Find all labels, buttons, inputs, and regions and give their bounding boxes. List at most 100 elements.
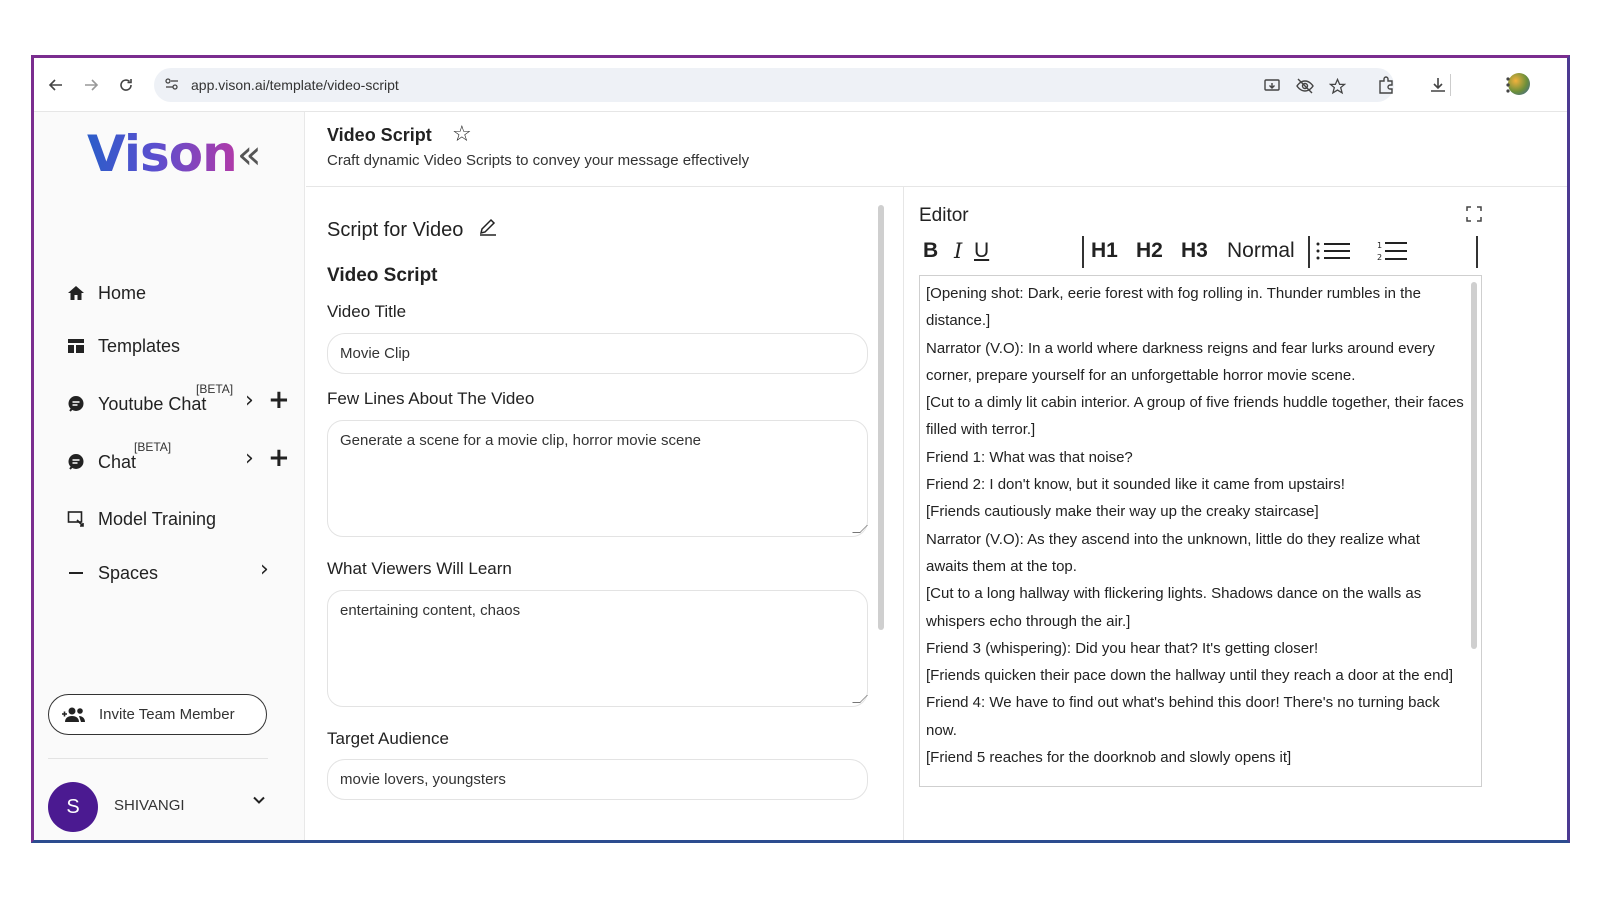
editor-paragraph[interactable]: [Opening shot: Dark, eerie forest with f…	[926, 280, 1464, 335]
chevron-right-icon[interactable]: ›	[260, 557, 269, 582]
sidebar-item-templates[interactable]: Templates	[64, 331, 180, 361]
url-text[interactable]: app.vison.ai/template/video-script	[191, 77, 399, 93]
home-icon	[64, 281, 88, 305]
templates-icon	[64, 334, 88, 358]
add-chat-icon[interactable]: +	[268, 385, 290, 415]
editor-toolbar: B I U H1 H2 H3 Normal 12	[919, 234, 1479, 272]
invite-label: Invite Team Member	[99, 706, 235, 723]
favorite-star-icon[interactable]: ☆	[452, 122, 472, 147]
editor-paragraph[interactable]: Friend 1: What was that noise?	[926, 444, 1464, 471]
viewers-learn-textarea[interactable]: entertaining content, chaos	[327, 590, 868, 707]
sidebar-item-label: Templates	[98, 335, 181, 356]
editor-paragraph[interactable]: [Cut to a dimly lit cabin interior. A gr…	[926, 389, 1464, 444]
model-training-icon	[64, 507, 88, 531]
resize-handle-icon[interactable]	[852, 525, 868, 533]
sidebar-item-label: Model Training	[98, 508, 217, 529]
sidebar-item-chat[interactable]: Chat	[64, 447, 136, 477]
add-chat-icon[interactable]: +	[268, 443, 290, 473]
sidebar-divider	[48, 758, 268, 759]
editor-paragraph[interactable]: [Friend 5 reaches for the doorknob and s…	[926, 744, 1464, 771]
editor-scrollbar[interactable]	[1471, 282, 1477, 649]
svg-text:1: 1	[1377, 241, 1382, 250]
editor-title: Editor	[919, 205, 969, 226]
sidebar-item-youtube-chat[interactable]: Youtube Chat	[64, 389, 206, 419]
eye-off-icon[interactable]	[1294, 76, 1316, 96]
browser-toolbar: app.vison.ai/template/video-script	[34, 58, 1567, 112]
beta-badge: [BETA]	[134, 440, 172, 454]
video-lines-textarea[interactable]: Generate a scene for a movie clip, horro…	[327, 420, 868, 537]
normal-text-button[interactable]: Normal	[1227, 234, 1295, 268]
editor-paragraph[interactable]: [Cut to a long hallway with flickering l…	[926, 580, 1464, 635]
chat-icon	[64, 450, 88, 474]
toolbar-separator	[1308, 236, 1310, 268]
video-title-input[interactable]: Movie Clip	[327, 333, 868, 374]
bullet-list-icon[interactable]	[1316, 234, 1352, 268]
add-team-icon	[61, 706, 87, 724]
avatar[interactable]: S	[48, 782, 98, 832]
sidebar-item-label: Home	[98, 282, 147, 303]
more-menu-icon[interactable]	[1496, 72, 1520, 98]
toolbar-separator	[1450, 74, 1451, 96]
svg-text:2: 2	[1377, 253, 1382, 262]
form-title: Script for Video	[327, 219, 464, 241]
viewers-learn-label: What Viewers Will Learn	[327, 559, 512, 578]
underline-button[interactable]: U	[974, 234, 989, 268]
minus-icon	[64, 561, 88, 585]
numbered-list-icon[interactable]: 12	[1377, 234, 1407, 268]
bookmark-star-icon[interactable]	[1326, 76, 1348, 96]
h2-button[interactable]: H2	[1136, 234, 1163, 268]
chevron-down-icon[interactable]	[252, 793, 266, 807]
video-lines-value: Generate a scene for a movie clip, horro…	[340, 432, 702, 449]
h1-button[interactable]: H1	[1091, 234, 1118, 268]
app-window: app.vison.ai/template/video-script Vison…	[31, 55, 1570, 843]
site-settings-icon[interactable]	[164, 76, 182, 94]
bold-button[interactable]: B	[923, 234, 938, 268]
collapse-sidebar-icon[interactable]: «	[237, 132, 261, 178]
column-divider	[903, 187, 904, 840]
header-divider	[306, 186, 1567, 187]
install-app-icon[interactable]	[1262, 76, 1284, 96]
editor-paragraph[interactable]: Narrator (V.O): In a world where darknes…	[926, 335, 1464, 390]
video-title-label: Video Title	[327, 302, 407, 321]
editor-text[interactable]: [Opening shot: Dark, eerie forest with f…	[926, 280, 1464, 771]
address-bar[interactable]: app.vison.ai/template/video-script	[154, 68, 1394, 102]
editor-content-area[interactable]: [Opening shot: Dark, eerie forest with f…	[919, 275, 1482, 787]
toolbar-separator	[1476, 236, 1478, 268]
fullscreen-icon[interactable]	[1466, 206, 1482, 222]
h3-button[interactable]: H3	[1181, 234, 1208, 268]
target-audience-input[interactable]: movie lovers, youngsters	[327, 759, 868, 800]
beta-badge: [BETA]	[196, 382, 234, 396]
editor-paragraph[interactable]: Narrator (V.O): As they ascend into the …	[926, 526, 1464, 581]
toolbar-separator	[1082, 236, 1084, 268]
extensions-icon[interactable]	[1374, 72, 1398, 98]
chevron-right-icon[interactable]: ›	[245, 388, 254, 413]
forward-icon[interactable]	[77, 71, 105, 99]
download-icon[interactable]	[1426, 72, 1450, 98]
sidebar-item-model-training[interactable]: Model Training	[64, 504, 216, 534]
invite-team-member-button[interactable]: Invite Team Member	[48, 694, 267, 735]
reload-icon[interactable]	[112, 71, 140, 99]
italic-button[interactable]: I	[954, 234, 962, 268]
vison-logo[interactable]: Vison	[87, 125, 238, 183]
edit-pencil-icon[interactable]	[478, 216, 498, 236]
page-title: Video Script	[327, 125, 432, 145]
resize-handle-icon[interactable]	[852, 695, 868, 703]
sidebar-item-label: Chat	[98, 451, 137, 472]
sidebar-item-spaces[interactable]: Spaces	[64, 558, 158, 588]
editor-paragraph[interactable]: [Friends quicken their pace down the hal…	[926, 662, 1464, 689]
user-name[interactable]: SHIVANGI	[114, 797, 185, 814]
back-icon[interactable]	[42, 71, 70, 99]
sidebar: Vison « Home Templates Youtube Chat [BET…	[34, 112, 305, 840]
editor-paragraph[interactable]: Friend 2: I don't know, but it sounded l…	[926, 471, 1464, 498]
sidebar-item-home[interactable]: Home	[64, 278, 146, 308]
video-lines-label: Few Lines About The Video	[327, 389, 535, 408]
sidebar-item-label: Youtube Chat	[98, 393, 207, 414]
viewers-learn-value: entertaining content, chaos	[340, 602, 521, 619]
chevron-right-icon[interactable]: ›	[245, 446, 254, 471]
page-subtitle: Craft dynamic Video Scripts to convey yo…	[327, 152, 750, 169]
form-scrollbar[interactable]	[878, 205, 884, 630]
section-title: Video Script	[327, 265, 438, 286]
editor-paragraph[interactable]: Friend 3 (whispering): Did you hear that…	[926, 635, 1464, 662]
editor-paragraph[interactable]: [Friends cautiously make their way up th…	[926, 498, 1464, 525]
editor-paragraph[interactable]: Friend 4: We have to find out what's beh…	[926, 689, 1464, 744]
